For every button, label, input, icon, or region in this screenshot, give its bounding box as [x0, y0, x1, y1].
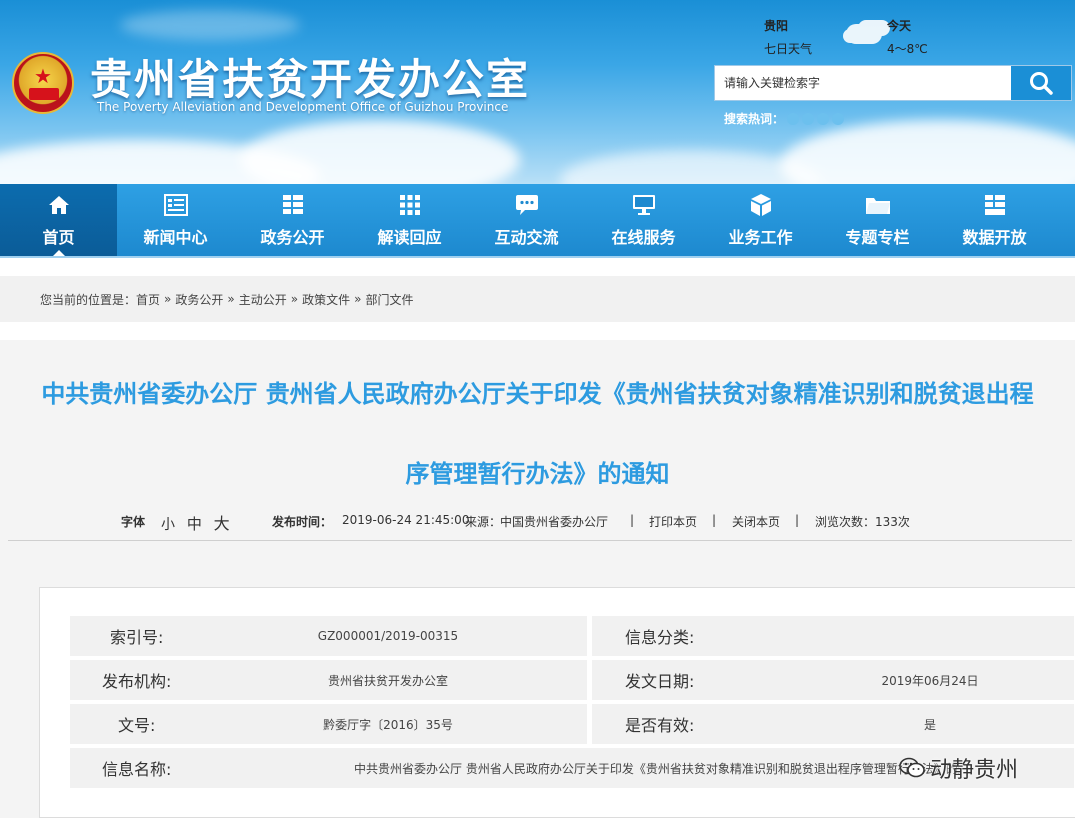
wechat-icon	[899, 757, 925, 778]
close-page-link[interactable]: 关闭本页	[732, 513, 780, 530]
search-input[interactable]	[715, 66, 1011, 100]
search-button[interactable]	[1011, 66, 1071, 100]
info-row: 索引号: GZ000001/2019-00315 信息分类:	[70, 616, 1074, 656]
watermark: 动静贵州	[898, 752, 1018, 784]
font-size-small[interactable]: 小	[161, 517, 175, 533]
search-box	[714, 65, 1072, 101]
nav-item-online-service[interactable]: 在线服务	[585, 184, 702, 256]
meta-divider: |	[630, 513, 635, 527]
nav-item-open-data[interactable]: 数据开放	[936, 184, 1053, 256]
info-row: 发布机构: 贵州省扶贫开发办公室 发文日期: 2019年06月24日	[70, 660, 1074, 700]
hot-word-item[interactable]	[787, 112, 800, 125]
cube-icon	[750, 194, 771, 216]
breadcrumb-prefix: 您当前的位置是：	[40, 292, 137, 307]
print-page-link[interactable]: 打印本页	[649, 513, 697, 530]
news-icon	[163, 194, 188, 216]
nav-label: 互动交流	[494, 228, 559, 247]
nav-label: 新闻中心	[143, 228, 208, 247]
source-value: 中国贵州省委办公厅	[500, 515, 609, 529]
nav-item-government-affairs[interactable]: 政务公开	[234, 184, 351, 256]
home-icon	[48, 196, 69, 214]
cloud-weather-icon	[846, 24, 882, 44]
search-icon	[1030, 72, 1053, 95]
font-size-large[interactable]: 大	[214, 514, 230, 533]
list-icon	[282, 195, 303, 214]
meta-divider: |	[712, 513, 717, 527]
nav-item-business-work[interactable]: 业务工作	[702, 184, 819, 256]
valid-label: 是否有效:	[592, 704, 1074, 744]
breadcrumb-separator: »	[164, 292, 172, 306]
nav-item-news[interactable]: 新闻中心	[117, 184, 234, 256]
font-size-controls: 小 中 大	[153, 510, 230, 534]
article-title: 中共贵州省委办公厅 贵州省人民政府办公厅关于印发《贵州省扶贫对象精准识别和脱贫退…	[0, 354, 1075, 514]
article-panel: 中共贵州省委办公厅 贵州省人民政府办公厅关于印发《贵州省扶贫对象精准识别和脱贫退…	[0, 340, 1075, 818]
weather-city: 贵阳	[764, 19, 789, 33]
nav-label: 数据开放	[962, 228, 1027, 247]
breadcrumb-item-department[interactable]: 部门文件	[365, 291, 413, 308]
index-value: GZ000001/2019-00315	[317, 629, 459, 643]
grid-icon	[399, 195, 420, 215]
hot-words-label: 搜索热词：	[724, 112, 785, 126]
info-name-value: 中共贵州省委办公厅 贵州省人民政府办公厅关于印发《贵州省扶贫对象精准识别和脱贫退…	[354, 761, 959, 776]
site-title[interactable]: 贵州省扶贫开发办公室	[90, 46, 530, 107]
weather-today-label: 今天	[887, 19, 912, 33]
breadcrumb-item-policy[interactable]: 政策文件	[302, 291, 350, 308]
hot-word-item[interactable]	[802, 112, 815, 125]
chat-icon	[515, 195, 538, 215]
nav-item-interaction[interactable]: 互动交流	[468, 184, 585, 256]
cloud-decoration	[120, 10, 300, 40]
source-label: 来源：	[465, 515, 502, 529]
hot-word-item[interactable]	[817, 112, 830, 125]
font-size-label: 字体	[121, 515, 146, 529]
breadcrumb-item-gov-affairs[interactable]: 政务公开	[175, 291, 223, 308]
date-value: 2019年06月24日	[881, 673, 979, 688]
weather-forecast-link[interactable]: 七日天气	[764, 40, 812, 57]
nav-item-special-topics[interactable]: 专题专栏	[819, 184, 936, 256]
cloud-decoration	[780, 120, 1075, 184]
view-count: 浏览次数：133次	[815, 515, 910, 529]
nav-item-home[interactable]: 首页	[0, 184, 117, 256]
cloud-decoration	[240, 120, 520, 184]
breadcrumb-item-public[interactable]: 主动公开	[239, 291, 287, 308]
monitor-icon	[632, 195, 655, 215]
nav-label: 首页	[42, 228, 75, 247]
breadcrumb-separator: »	[290, 292, 299, 306]
site-subtitle: The Poverty Alleviation and Development …	[97, 100, 509, 114]
site-header: ★ 贵州省扶贫开发办公室 The Poverty Alleviation and…	[0, 0, 1075, 184]
hot-word-item[interactable]	[832, 112, 845, 125]
font-size-medium[interactable]: 中	[187, 515, 202, 533]
folder-icon	[865, 198, 890, 214]
national-emblem-icon[interactable]: ★	[12, 52, 74, 114]
org-value: 贵州省扶贫开发办公室	[327, 673, 448, 688]
nav-item-interpretation[interactable]: 解读回应	[351, 184, 468, 256]
info-row: 文号: 黔委厅字〔2016〕35号 是否有效: 是	[70, 704, 1074, 744]
doc-number-value: 黔委厅字〔2016〕35号	[323, 717, 453, 732]
weather-location: 贵阳 七日天气	[764, 17, 812, 57]
nav-label: 业务工作	[728, 228, 793, 247]
category-label: 信息分类:	[592, 616, 1074, 656]
meta-divider: |	[795, 513, 800, 527]
breadcrumb: 您当前的位置是： 首页 » 政务公开 » 主动公开 » 政策文件 » 部门文件	[0, 276, 1075, 322]
valid-value: 是	[923, 717, 936, 732]
nav-label: 在线服务	[611, 228, 676, 247]
data-icon	[984, 195, 1005, 215]
breadcrumb-separator: »	[227, 292, 235, 306]
breadcrumb-separator: »	[354, 292, 362, 306]
nav-label: 政务公开	[260, 228, 325, 247]
hot-words: 搜索热词：	[724, 110, 845, 127]
publish-time: 2019-06-24 21:45:00	[342, 513, 470, 527]
article-title-line: 中共贵州省委办公厅 贵州省人民政府办公厅关于印发《贵州省扶贫对象精准识别和脱贫退…	[41, 380, 1034, 408]
weather-today: 今天 4～8℃	[887, 17, 928, 57]
article-title-line: 序管理暂行办法》的通知	[405, 460, 670, 488]
watermark-text: 动静贵州	[930, 758, 1019, 783]
main-nav: 首页 新闻中心 政务公开 解读回应 互动交流 在线服务 业务工作 专题专栏 数据…	[0, 184, 1075, 258]
meta-divider-line	[8, 540, 1072, 541]
nav-label: 专题专栏	[845, 228, 910, 247]
publish-time-label: 发布时间：	[272, 515, 333, 529]
breadcrumb-item-home[interactable]: 首页	[136, 291, 160, 308]
nav-label: 解读回应	[377, 228, 442, 247]
weather-temperature: 4～8℃	[887, 42, 928, 56]
